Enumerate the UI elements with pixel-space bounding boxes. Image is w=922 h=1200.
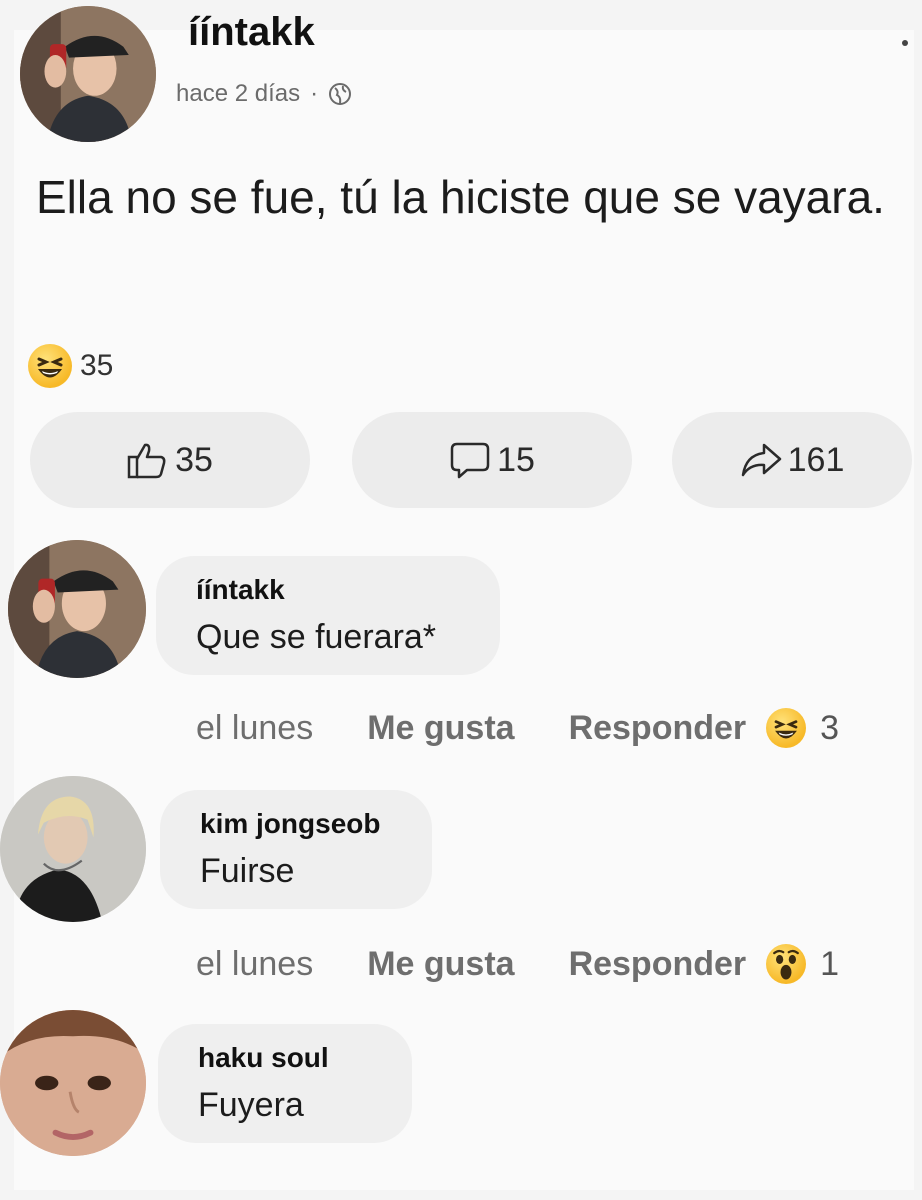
post-meta: hace 2 días ·: [176, 80, 352, 108]
comment-count: 15: [497, 440, 535, 479]
more-options-icon[interactable]: [902, 40, 908, 46]
comment-author[interactable]: ííntakk: [196, 574, 460, 606]
comment-bubble: kim jongseob Fuirse: [160, 790, 432, 909]
share-count: 161: [787, 440, 845, 479]
comment-avatar[interactable]: [8, 540, 146, 678]
post-author-avatar[interactable]: [20, 6, 156, 142]
comment-time[interactable]: el lunes: [196, 709, 313, 748]
comment-meta-row: el lunes Me gusta Responder 1: [196, 944, 839, 984]
comment-reaction-count: 1: [820, 944, 840, 983]
comment-reaction-count: 3: [820, 708, 840, 747]
comment-bubble: ííntakk Que se fuerara*: [156, 556, 500, 675]
comment-text: Fuirse: [200, 852, 295, 890]
thumbs-up-icon: [127, 443, 166, 479]
comment-avatar[interactable]: [0, 776, 146, 922]
comment-author[interactable]: haku soul: [198, 1042, 372, 1074]
reaction-summary[interactable]: 35: [28, 344, 113, 388]
reply-button[interactable]: Responder: [569, 945, 747, 984]
comment-author[interactable]: kim jongseob: [200, 808, 392, 840]
comment-time[interactable]: el lunes: [196, 945, 313, 984]
comment-avatar[interactable]: [0, 1010, 146, 1156]
post-time[interactable]: hace 2 días: [176, 80, 300, 108]
meta-separator: ·: [310, 80, 319, 107]
comment-meta-row: el lunes Me gusta Responder 3: [196, 708, 839, 748]
laugh-reaction-icon: [766, 708, 807, 748]
like-count: 35: [175, 440, 213, 479]
like-comment-button[interactable]: Me gusta: [367, 709, 514, 748]
laugh-reaction-icon: [28, 344, 72, 388]
reaction-count: 35: [80, 349, 114, 382]
comment-text: Que se fuerara*: [196, 618, 437, 656]
share-button[interactable]: 161: [672, 412, 912, 508]
wow-reaction-icon: [766, 944, 807, 984]
comment-bubble: haku soul Fuyera: [158, 1024, 412, 1143]
share-icon: [741, 443, 781, 477]
like-comment-button[interactable]: Me gusta: [367, 945, 514, 984]
comment-button[interactable]: 15: [352, 412, 632, 508]
post-author-name[interactable]: ííntakk: [188, 10, 315, 55]
comment-icon: [450, 442, 490, 479]
like-button[interactable]: 35: [30, 412, 310, 508]
comment-text: Fuyera: [198, 1086, 304, 1124]
globe-icon: [329, 83, 352, 105]
post-text: Ella no se fue, tú la hiciste que se vay…: [36, 171, 885, 223]
reply-button[interactable]: Responder: [569, 709, 747, 748]
